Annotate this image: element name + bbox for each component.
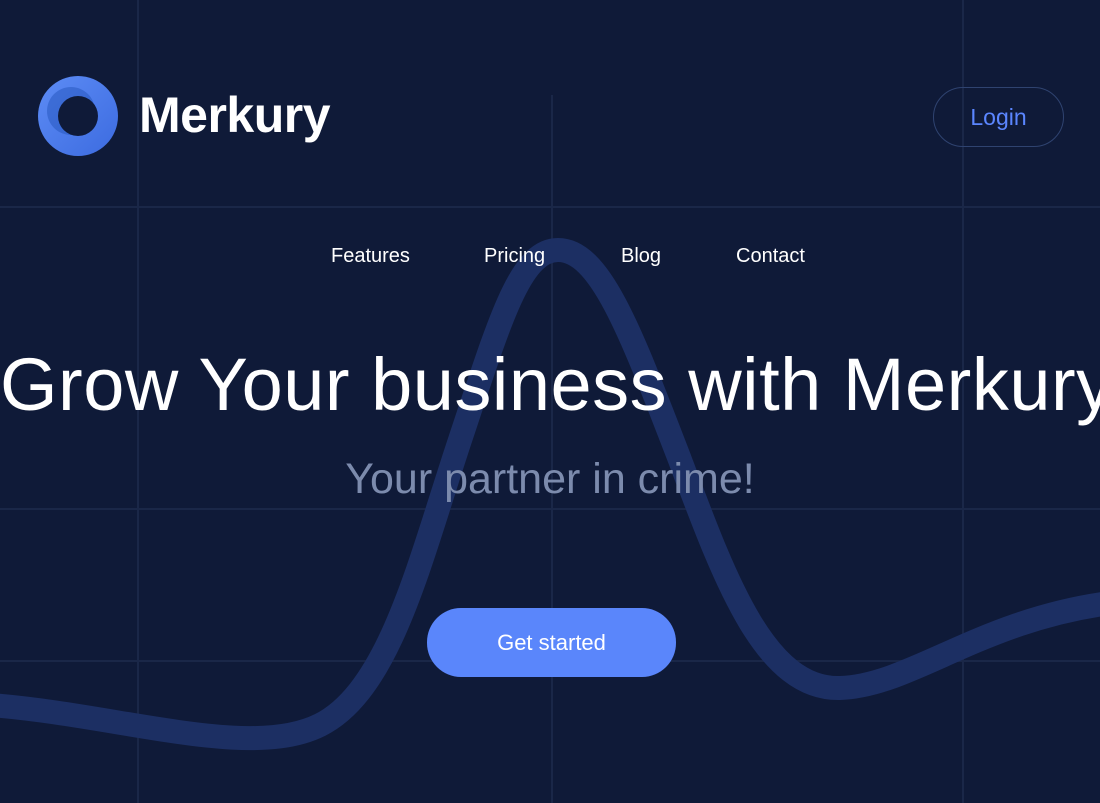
login-button[interactable]: Login bbox=[933, 87, 1064, 147]
nav-item-blog[interactable]: Blog bbox=[621, 243, 661, 269]
nav-item-pricing[interactable]: Pricing bbox=[484, 243, 545, 269]
ring-logo-icon[interactable] bbox=[37, 75, 119, 157]
main-nav: Features Pricing Blog Contact bbox=[0, 243, 1100, 269]
hero-subtitle: Your partner in crime! bbox=[345, 455, 755, 503]
hero-title: Grow Your business with Merkury bbox=[0, 343, 1100, 426]
nav-item-contact[interactable]: Contact bbox=[736, 243, 805, 269]
get-started-button[interactable]: Get started bbox=[427, 608, 676, 677]
brand-name[interactable]: Merkury bbox=[139, 86, 331, 144]
nav-item-features[interactable]: Features bbox=[331, 243, 410, 269]
